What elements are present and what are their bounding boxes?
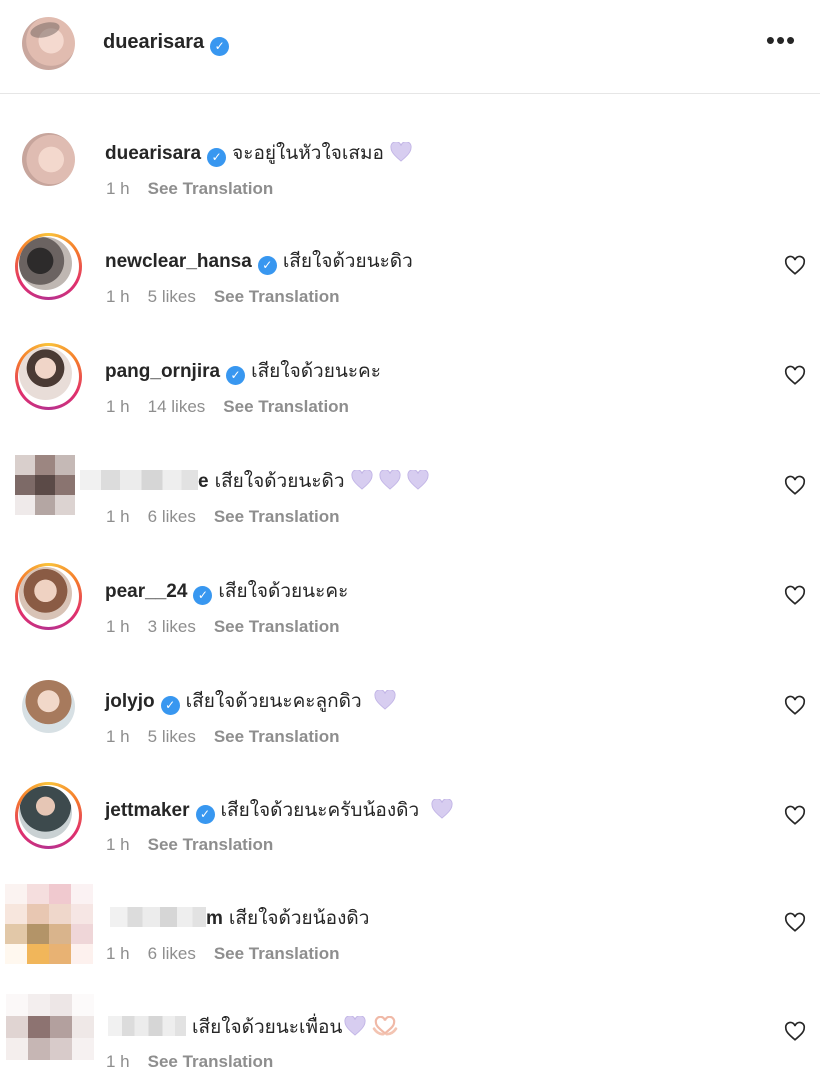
see-translation-link[interactable]: See Translation xyxy=(214,727,340,746)
verified-badge-icon: ✓ xyxy=(193,586,213,605)
author-avatar[interactable] xyxy=(22,17,75,70)
comment-username[interactable]: jolyjo xyxy=(105,691,155,712)
comment-time: 1 h xyxy=(106,1052,130,1071)
comment-item: pear__24 ✓ เสียใจด้วยนะคะ 1 h 3 likes See Tr… xyxy=(0,545,820,650)
comment-item: duearisara ✓ จะอยู่ในหัวใจเสมอ 1 h See Tran… xyxy=(0,105,820,210)
comment-username[interactable]: e xyxy=(198,471,209,492)
verified-badge-icon: ✓ xyxy=(160,696,180,715)
comment-item: jolyjo ✓ เสียใจด้วยนะคะลูกดิว 1 h 5 likes Se… xyxy=(0,655,820,760)
comment-time: 1 h xyxy=(106,944,130,963)
light-purple-heart-icon xyxy=(374,690,396,710)
see-translation-link[interactable]: See Translation xyxy=(148,1052,274,1071)
comment-item: m เสียใจด้วยน้องดิว 1 h 6 likes See Transla… xyxy=(0,872,820,977)
verified-badge-icon: ✓ xyxy=(257,256,277,275)
see-translation-link[interactable]: See Translation xyxy=(214,507,340,526)
comment-username[interactable]: jettmaker xyxy=(105,800,190,821)
like-heart-icon[interactable] xyxy=(784,475,806,497)
verified-badge-icon: ✓ xyxy=(207,148,227,167)
avatar[interactable] xyxy=(19,237,72,290)
comment-text: เสียใจด้วยนะคะ xyxy=(218,581,349,602)
comment-username[interactable]: m xyxy=(206,908,223,929)
avatar[interactable] xyxy=(19,567,72,620)
comment-text: จะอยู่ในหัวใจเสมอ xyxy=(232,143,384,164)
comment-text: เสียใจด้วยนะครับน้องดิว xyxy=(220,800,420,821)
heart-hands-icon xyxy=(373,1016,398,1036)
author-username[interactable]: duearisara ✓ xyxy=(103,31,230,56)
light-purple-heart-icon xyxy=(390,142,412,162)
comment-item: pang_ornjira ✓ เสียใจด้วยนะคะ 1 h 14 likes S… xyxy=(0,325,820,430)
verified-badge-icon: ✓ xyxy=(226,366,246,385)
see-translation-link[interactable]: See Translation xyxy=(148,835,274,854)
story-ring[interactable] xyxy=(15,233,82,300)
pixelated-avatar[interactable] xyxy=(15,455,75,515)
blurred-username xyxy=(80,470,198,490)
comment-time: 1 h xyxy=(106,397,130,416)
like-heart-icon[interactable] xyxy=(784,1021,806,1043)
light-purple-heart-icon xyxy=(431,799,453,819)
see-translation-link[interactable]: See Translation xyxy=(214,944,340,963)
comment-text: เสียใจด้วยนะคะ xyxy=(251,361,381,382)
comment-item: newclear_hansa ✓ เสียใจด้วยนะดิว 1 h 5 like… xyxy=(0,215,820,320)
comment-item: e เสียใจด้วยนะดิว 1 h 6 likes See Translati… xyxy=(0,435,820,540)
avatar[interactable] xyxy=(22,680,75,733)
light-purple-heart-icon xyxy=(351,470,373,490)
see-translation-link[interactable]: See Translation xyxy=(214,617,340,636)
story-ring[interactable] xyxy=(15,343,82,410)
see-translation-link[interactable]: See Translation xyxy=(214,287,340,306)
comment-likes[interactable]: 6 likes xyxy=(148,507,196,526)
comment-username[interactable]: pear__24 xyxy=(105,581,187,602)
more-options-icon[interactable]: ••• xyxy=(764,27,798,56)
comment-username[interactable]: pang_ornjira xyxy=(105,361,220,382)
comment-item: jettmaker ✓ เสียใจด้วยนะครับน้องดิว 1 h See… xyxy=(0,765,820,870)
avatar[interactable] xyxy=(22,133,75,186)
blurred-username xyxy=(110,907,206,927)
see-translation-link[interactable]: See Translation xyxy=(148,179,274,198)
comment-likes[interactable]: 6 likes xyxy=(148,944,196,963)
comment-likes[interactable]: 3 likes xyxy=(148,617,196,636)
comment-item: เสียใจด้วยนะเพื่อน 1 h See Translation xyxy=(0,980,820,1085)
pixelated-avatar[interactable] xyxy=(6,994,94,1060)
comment-text: เสียใจด้วยนะคะลูกดิว xyxy=(185,691,362,712)
blurred-username xyxy=(108,1016,186,1036)
comment-time: 1 h xyxy=(106,287,130,306)
post-header: duearisara ✓ ••• xyxy=(0,0,820,94)
comment-text: เสียใจด้วยนะเพื่อน xyxy=(192,1017,343,1038)
comment-time: 1 h xyxy=(106,507,130,526)
comment-likes[interactable]: 5 likes xyxy=(148,727,196,746)
comment-text: เสียใจด้วยน้องดิว xyxy=(228,908,370,929)
like-heart-icon[interactable] xyxy=(784,912,806,934)
verified-badge-icon: ✓ xyxy=(210,37,230,56)
like-heart-icon[interactable] xyxy=(784,365,806,387)
comment-text: เสียใจด้วยนะดิว xyxy=(214,471,345,492)
comment-likes[interactable]: 5 likes xyxy=(148,287,196,306)
like-heart-icon[interactable] xyxy=(784,585,806,607)
light-purple-heart-icon xyxy=(407,470,429,490)
like-heart-icon[interactable] xyxy=(784,805,806,827)
comment-text: เสียใจด้วยนะดิว xyxy=(282,251,413,272)
light-purple-heart-icon xyxy=(379,470,401,490)
light-purple-heart-icon xyxy=(344,1016,366,1036)
comment-likes[interactable]: 14 likes xyxy=(148,397,206,416)
comment-time: 1 h xyxy=(106,179,130,198)
see-translation-link[interactable]: See Translation xyxy=(223,397,349,416)
story-ring[interactable] xyxy=(15,782,82,849)
avatar[interactable] xyxy=(19,347,72,400)
verified-badge-icon: ✓ xyxy=(195,805,215,824)
comment-username[interactable]: duearisara xyxy=(105,143,201,164)
like-heart-icon[interactable] xyxy=(784,695,806,717)
pixelated-avatar[interactable] xyxy=(5,884,93,964)
comment-time: 1 h xyxy=(106,727,130,746)
avatar[interactable] xyxy=(19,786,72,839)
comment-time: 1 h xyxy=(106,617,130,636)
comment-username[interactable]: newclear_hansa xyxy=(105,251,252,272)
comment-time: 1 h xyxy=(106,835,130,854)
like-heart-icon[interactable] xyxy=(784,255,806,277)
story-ring[interactable] xyxy=(15,563,82,630)
